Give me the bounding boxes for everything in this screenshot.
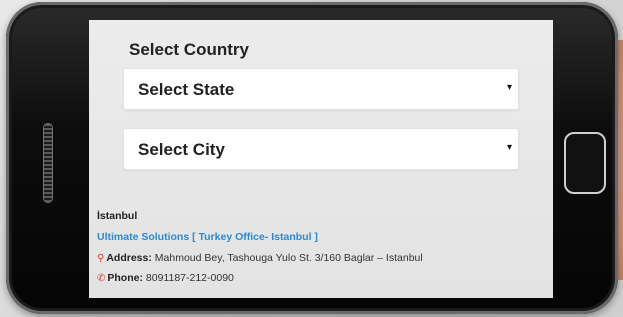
state-select[interactable]: Select State ▾ — [123, 68, 519, 110]
address-label: Address: — [106, 252, 152, 264]
company-link[interactable]: Ultimate Solutions [ Turkey Office- Ista… — [97, 231, 318, 243]
city-select[interactable]: Select City ▾ — [123, 128, 519, 170]
address-text: Mahmoud Bey, Tashouga Yulo St. 3/160 Bag… — [154, 252, 423, 264]
city-select-label: Select City — [138, 140, 225, 159]
phone-number[interactable]: 8091187-212-0090 — [146, 272, 234, 284]
chevron-down-icon: ▾ — [506, 82, 512, 93]
chevron-down-icon: ▾ — [506, 142, 512, 153]
phone-label: Phone: — [107, 272, 143, 284]
smartphone-frame: Select Country Select State ▾ Select Cit… — [6, 2, 618, 314]
phone-row: ✆ Phone: 8091187-212-0090 — [97, 272, 234, 284]
phone-icon: ✆ — [97, 273, 106, 284]
phone-screen: Select Country Select State ▾ Select Cit… — [89, 20, 553, 298]
home-button[interactable] — [564, 132, 606, 194]
map-marker-icon: ⚲ — [97, 253, 105, 264]
address-row: ⚲ Address: Mahmoud Bey, Tashouga Yulo St.… — [97, 252, 423, 264]
state-select-label: Select State — [138, 80, 235, 99]
office-city: İstanbul — [97, 210, 138, 222]
page-title: Select Country — [129, 40, 249, 59]
speaker-grille — [44, 124, 52, 202]
